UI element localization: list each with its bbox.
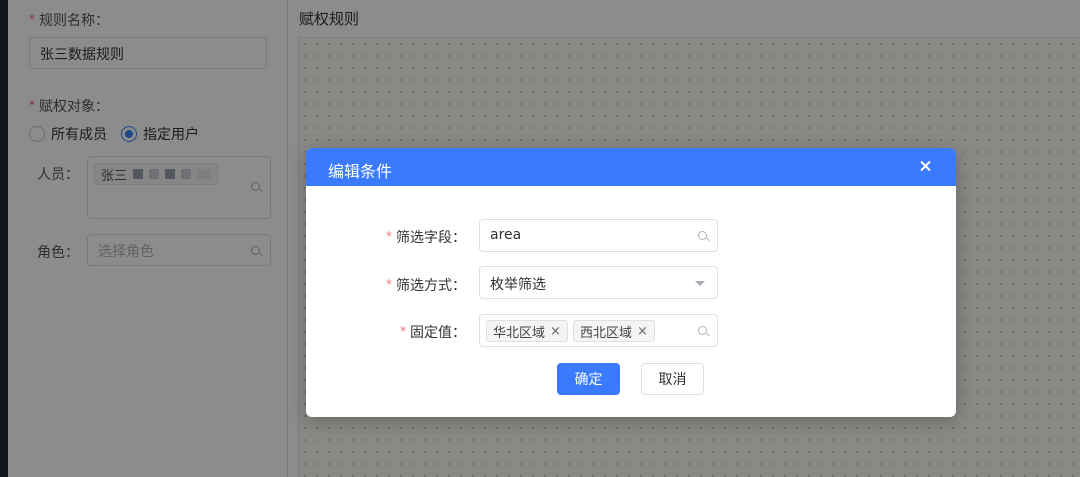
filter-field-label: * 筛选字段： — [386, 229, 466, 246]
filter-method-label: * 筛选方式： — [386, 277, 466, 294]
tag-close-icon[interactable]: × — [637, 324, 648, 339]
dialog-title: 编辑条件 — [328, 162, 393, 181]
fixed-value-label: * 固定值： — [400, 324, 466, 341]
confirm-button[interactable]: 确定 — [557, 363, 620, 395]
caret-down-icon[interactable] — [695, 281, 705, 286]
required-mark: * — [386, 229, 392, 243]
edit-condition-dialog: 编辑条件 * 筛选字段： area * 筛选方式： 枚举筛选 * 固定值： 华北区域 … — [306, 148, 956, 417]
required-mark: * — [400, 324, 406, 338]
region-tag: 西北区域 × — [573, 320, 655, 342]
required-mark: * — [386, 277, 392, 291]
region-tag: 华北区域 × — [486, 320, 568, 342]
search-icon[interactable] — [698, 231, 707, 240]
close-icon[interactable] — [918, 158, 934, 174]
dialog-header: 编辑条件 — [306, 148, 956, 186]
filter-field-input[interactable]: area — [479, 219, 718, 252]
filter-method-select[interactable]: 枚举筛选 — [479, 266, 718, 299]
search-icon[interactable] — [698, 326, 707, 335]
cancel-button[interactable]: 取消 — [641, 363, 704, 395]
fixed-value-select[interactable]: 华北区域 × 西北区域 × — [479, 314, 718, 347]
tag-close-icon[interactable]: × — [550, 324, 561, 339]
